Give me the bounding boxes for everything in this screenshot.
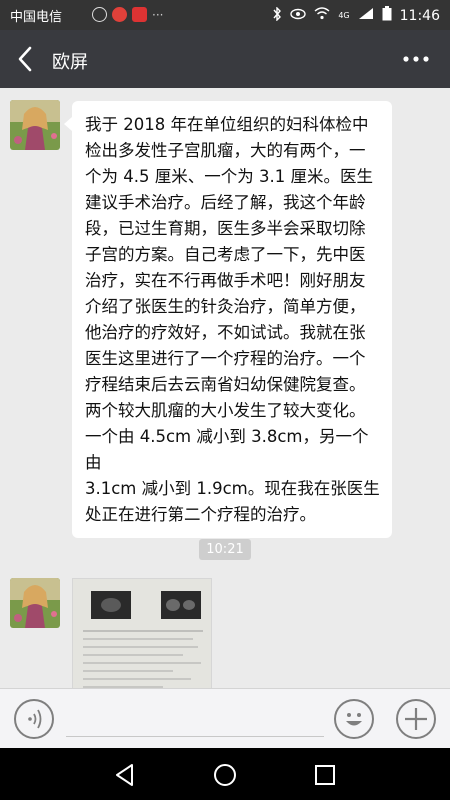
app-icon	[132, 7, 147, 22]
emoji-button[interactable]	[334, 699, 374, 739]
message-line: 疗程结束后去云南省妇幼保健院复查。	[85, 375, 366, 394]
message-line: 建议手术治疗。后经了解，我这个年龄	[85, 193, 366, 212]
message-line: 两个较大肌瘤的大小发生了较大变化。	[85, 401, 366, 420]
status-right: 4G 11:46	[272, 5, 440, 25]
message-line: 处正在进行第二个疗程的治疗。	[85, 505, 316, 524]
message-line: 个为 4.5 厘米、一个为 3.1 厘米。医生	[85, 167, 373, 186]
message-line: 他治疗的疗效好，不如试试。我就在张	[85, 323, 366, 342]
message-bubble[interactable]: 我于 2018 年在单位组织的妇科体检中 检出多发性子宫肌瘤，大的有两个，一 个…	[64, 101, 392, 538]
system-home-button[interactable]	[212, 762, 238, 788]
record-icon	[112, 7, 127, 22]
plus-icon	[405, 708, 427, 730]
message-line: 3.1cm 减小到 1.9cm。现在我在张医生	[85, 479, 380, 498]
more-button[interactable]	[402, 50, 430, 68]
network-badge: 4G	[338, 11, 350, 20]
back-arrow-icon	[18, 46, 32, 72]
circle-home-icon	[214, 764, 236, 786]
timestamp-row: 10:21	[0, 538, 450, 560]
triangle-back-icon	[116, 764, 133, 786]
message-line: 段，已过生育期，医生多半会采取切除	[85, 219, 366, 238]
signal-icon	[358, 7, 374, 24]
medical-report-image	[73, 579, 211, 688]
voice-button[interactable]	[14, 699, 54, 739]
wifi-icon	[314, 7, 330, 24]
carrier-label: 中国电信	[10, 10, 63, 25]
system-recent-button[interactable]	[312, 762, 338, 788]
battery-icon	[382, 6, 392, 25]
message-line: 治疗，实在不行再做手术吧！刚好朋友	[85, 271, 366, 290]
emoji-icon	[346, 713, 362, 726]
square-recent-icon	[315, 765, 335, 785]
timestamp: 10:21	[199, 539, 251, 560]
nav-bar: 欧屏	[0, 30, 450, 88]
message-input[interactable]	[66, 703, 324, 737]
voice-icon	[28, 709, 42, 729]
avatar[interactable]	[10, 578, 60, 628]
message-line: 我于 2018 年在单位组织的妇科体检中	[85, 115, 369, 134]
plus-button[interactable]	[396, 699, 436, 739]
bluetooth-icon	[272, 5, 282, 25]
message-line: 子宫的方案。自己考虑了一下，先中医	[85, 245, 366, 264]
input-bar	[0, 688, 450, 748]
chat-area[interactable]: 我于 2018 年在单位组织的妇科体检中 检出多发性子宫肌瘤，大的有两个，一 个…	[0, 88, 450, 688]
k-icon	[92, 7, 107, 22]
more-dots-icon: ···	[152, 7, 164, 22]
message-line: 一个由 4.5cm 减小到 3.8cm，另一个由	[85, 427, 369, 472]
system-back-button[interactable]	[112, 762, 138, 788]
message-line: 医生这里进行了一个疗程的治疗。一个	[85, 349, 366, 368]
system-nav-bar	[0, 748, 450, 800]
back-button[interactable]	[12, 44, 40, 74]
avatar[interactable]	[10, 100, 60, 150]
message-line: 介绍了张医生的针灸治疗，简单方便，	[85, 297, 366, 316]
image-message[interactable]	[72, 578, 212, 688]
chat-title: 欧屏	[52, 52, 88, 73]
more-icon	[403, 56, 429, 62]
notification-icons: ···	[92, 7, 163, 22]
status-time: 11:46	[399, 7, 440, 24]
status-bar: 中国电信 ··· 4G 11:46	[0, 0, 450, 30]
message-line: 检出多发性子宫肌瘤，大的有两个，一	[85, 141, 366, 160]
eye-icon	[290, 8, 307, 24]
